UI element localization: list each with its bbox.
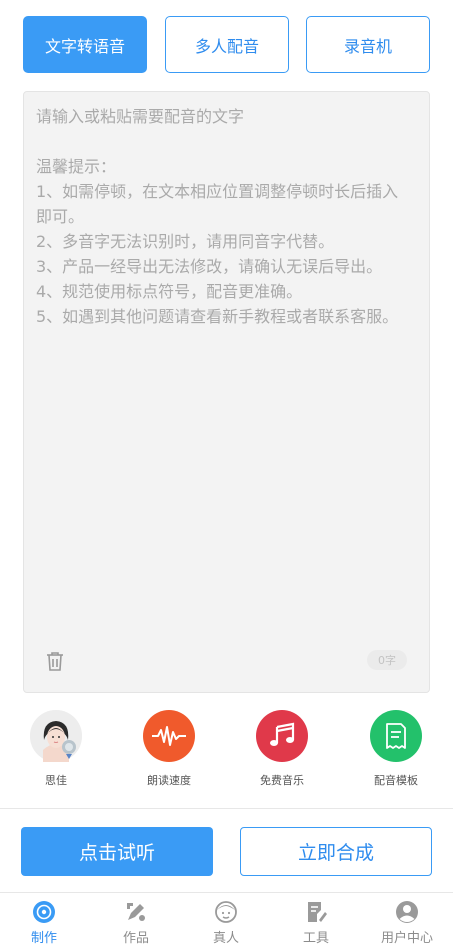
human-voice-icon: [213, 899, 239, 925]
app-root: 文字转语音 多人配音 录音机 请输入或粘贴需要配音的文字 温馨提示： 1、如需停…: [0, 0, 453, 950]
synthesize-now-button[interactable]: 立即合成: [240, 827, 432, 876]
music-note-icon: [256, 710, 308, 762]
nav-item-user-center[interactable]: 用户中心: [372, 899, 442, 946]
mode-tabs: 文字转语音 多人配音 录音机: [23, 16, 430, 74]
voice-avatar-icon: [30, 710, 82, 762]
trash-icon[interactable]: [44, 650, 66, 672]
waveform-icon: [143, 710, 195, 762]
tab-label: 多人配音: [194, 36, 259, 56]
nav-label: 用户中心: [380, 931, 433, 946]
voice-selector[interactable]: 思佳: [11, 708, 101, 788]
nav-item-works[interactable]: 作品: [101, 899, 171, 946]
listen-preview-button[interactable]: 点击试听: [21, 827, 213, 876]
nav-label: 制作: [30, 931, 57, 946]
tool-label: 朗读速度: [147, 774, 191, 787]
nav-item-human[interactable]: 真人: [191, 899, 261, 946]
tab-multi-voice[interactable]: 多人配音: [165, 16, 289, 73]
works-icon: [123, 899, 149, 925]
tool-label: 配音模板: [374, 774, 418, 787]
editor-placeholder: 请输入或粘贴需要配音的文字 温馨提示： 1、如需停顿，在文本相应位置调整停顿时长…: [36, 107, 399, 326]
tab-label: 文字转语音: [44, 36, 125, 56]
tool-label: 思佳: [45, 774, 67, 787]
tools-icon: [303, 899, 329, 925]
divider: [0, 808, 453, 809]
text-input-area[interactable]: 请输入或粘贴需要配音的文字 温馨提示： 1、如需停顿，在文本相应位置调整停顿时长…: [23, 91, 430, 693]
voice-template-button[interactable]: 配音模板: [351, 708, 441, 788]
nav-label: 工具: [302, 931, 329, 946]
quick-tools: 思佳 朗读速度 免费音乐 配音模板: [0, 708, 453, 798]
tab-label: 录音机: [343, 36, 392, 56]
nav-label: 作品: [122, 931, 149, 946]
tab-recorder[interactable]: 录音机: [306, 16, 430, 73]
user-center-icon: [394, 899, 420, 925]
reading-speed-button[interactable]: 朗读速度: [124, 708, 214, 788]
nav-item-tools[interactable]: 工具: [281, 899, 351, 946]
nav-item-make[interactable]: 制作: [9, 899, 79, 946]
nav-label: 真人: [212, 931, 239, 946]
tool-label: 免费音乐: [260, 774, 304, 787]
free-music-button[interactable]: 免费音乐: [237, 708, 327, 788]
bottom-nav: 制作 作品 真人 工具 用户中心: [0, 893, 453, 950]
make-icon: [31, 899, 57, 925]
char-counter: 0字: [367, 650, 407, 670]
tab-text-to-speech[interactable]: 文字转语音: [23, 16, 147, 73]
template-icon: [370, 710, 422, 762]
